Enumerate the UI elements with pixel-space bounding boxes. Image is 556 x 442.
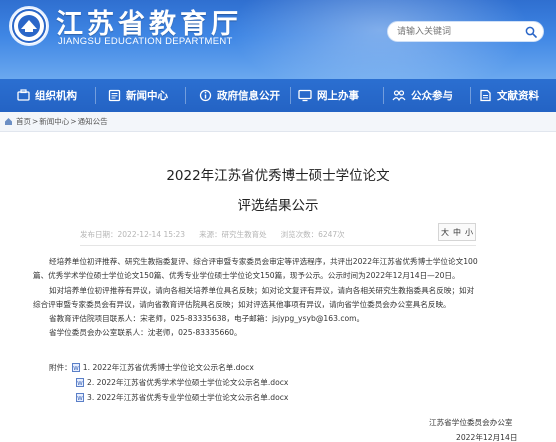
article-source: 来源：研究生教育处 [199,229,267,239]
nav-label: 新闻中心 [126,90,168,102]
org-icon [17,89,30,101]
svg-text:W: W [77,381,83,387]
nav-divider [470,87,471,104]
font-size-controls: 大 中 小 [438,223,476,241]
nav-item-org[interactable]: 组织机构 [17,79,77,112]
nav-item-online-service[interactable]: 网上办事 [298,79,359,112]
news-icon [108,89,121,102]
documents-icon [480,89,491,102]
gov-info-icon [199,89,212,102]
nav-item-public[interactable]: 公众参与 [392,79,453,112]
paragraph: 经培养单位初评推荐、研究生教指委复评、综合评审暨专家委员会审定等评选程序，共评出… [49,257,478,266]
breadcrumb: 首页 > 新闻中心 > 通知公告 [0,112,556,132]
nav-item-news[interactable]: 新闻中心 [108,79,168,112]
article-title-line2: 评选结果公示 [237,198,319,214]
article-body: 经培养单位初评推荐、研究生教指委复评、综合评审暨专家委员会审定等评选程序，共评出… [33,255,523,341]
attachment-link[interactable]: 1. 2022年江苏省优秀博士学位论文公示名单.docx [83,362,254,373]
attachments-row: W 2. 2022年江苏省优秀学术学位硕士学位论文公示名单.docx [76,377,288,388]
attachments-row: W 3. 2022年江苏省优秀专业学位硕士学位论文公示名单.docx [76,392,288,403]
paragraph: 篇、优秀学术学位硕士学位论文150篇、优秀专业学位硕士学位论文150篇，现予公示… [33,271,460,281]
home-icon [5,118,12,125]
breadcrumb-notices[interactable]: 通知公告 [78,116,108,127]
font-size-small-button[interactable]: 小 [465,227,473,238]
search-box[interactable] [387,21,544,42]
online-service-icon [298,89,312,102]
svg-text:W: W [77,396,83,402]
svg-text:W: W [73,366,79,372]
view-count: 浏览次数：6247次 [280,229,345,239]
nav-label: 公众参与 [411,90,453,102]
nav-divider [185,87,186,104]
attachment-link[interactable]: 2. 2022年江苏省优秀学术学位硕士学位论文公示名单.docx [87,377,288,388]
font-size-large-button[interactable]: 大 [441,227,449,238]
article: 2022年江苏省优秀博士硕士学位论文 评选结果公示 发布日期：2022-12-1… [0,132,556,442]
search-input[interactable] [397,24,517,40]
font-size-medium-button[interactable]: 中 [453,227,461,238]
nav-divider [290,87,291,104]
nav-divider [95,87,96,104]
nav-label: 文献资料 [497,90,539,102]
publish-date: 发布日期：2022-12-14 15:23 [80,229,186,239]
paragraph: 省教育评估院项目联系人：宋老师，025-83335638，电子邮箱：jsjypg… [49,314,365,324]
site-header: 江苏省教育厅 JIANGSU EDUCATION DEPARTMENT [0,0,556,79]
public-participation-icon [392,90,406,102]
signature: 江苏省学位委员会办公室 [429,418,513,427]
logo-emblem-icon [12,9,46,43]
attachments-label: 附件： [49,363,72,372]
nav-label: 政府信息公开 [217,90,280,102]
attachments-row: 附件： W 1. 2022年江苏省优秀博士学位论文公示名单.docx [49,362,254,373]
docx-file-icon: W [76,393,84,402]
site-subtitle: JIANGSU EDUCATION DEPARTMENT [58,36,233,47]
nav-item-gov-info[interactable]: 政府信息公开 [199,79,280,112]
paragraph: 省学位委员会办公室联系人：沈老师，025-83335660。 [49,328,242,338]
docx-file-icon: W [71,363,80,372]
main-nav: 组织机构 新闻中心 政府信息公开 网上办事 公众参与 文献资料 [0,79,556,112]
article-meta: 发布日期：2022-12-14 15:23 来源：研究生教育处 浏览次数：624… [80,227,475,241]
nav-item-documents[interactable]: 文献资料 [479,79,539,112]
paragraph: 综合评审暨专家委员会有异议，请向省教育评估院具名反映；如对评选其他事项有异议，请… [33,299,451,309]
search-icon[interactable] [525,26,537,38]
docx-file-icon: W [76,378,84,387]
breadcrumb-news[interactable]: 新闻中心 [39,116,69,127]
nav-label: 组织机构 [35,90,77,102]
nav-divider [383,87,384,104]
paragraph: 如对培养单位初评推荐有异议，请向各相关培养单位具名反映；如对论文复评有异议，请向… [49,285,475,295]
breadcrumb-separator: > [32,117,39,126]
site-logo[interactable] [9,6,49,46]
meta-divider [80,245,476,246]
breadcrumb-separator: > [70,117,77,126]
breadcrumb-home[interactable]: 首页 [16,116,31,127]
signature-date: 2022年12月14日 [456,433,518,442]
nav-label: 网上办事 [317,90,359,102]
attachment-link[interactable]: 3. 2022年江苏省优秀专业学位硕士学位论文公示名单.docx [87,392,288,403]
article-title: 2022年江苏省优秀博士硕士学位论文 [166,168,390,184]
